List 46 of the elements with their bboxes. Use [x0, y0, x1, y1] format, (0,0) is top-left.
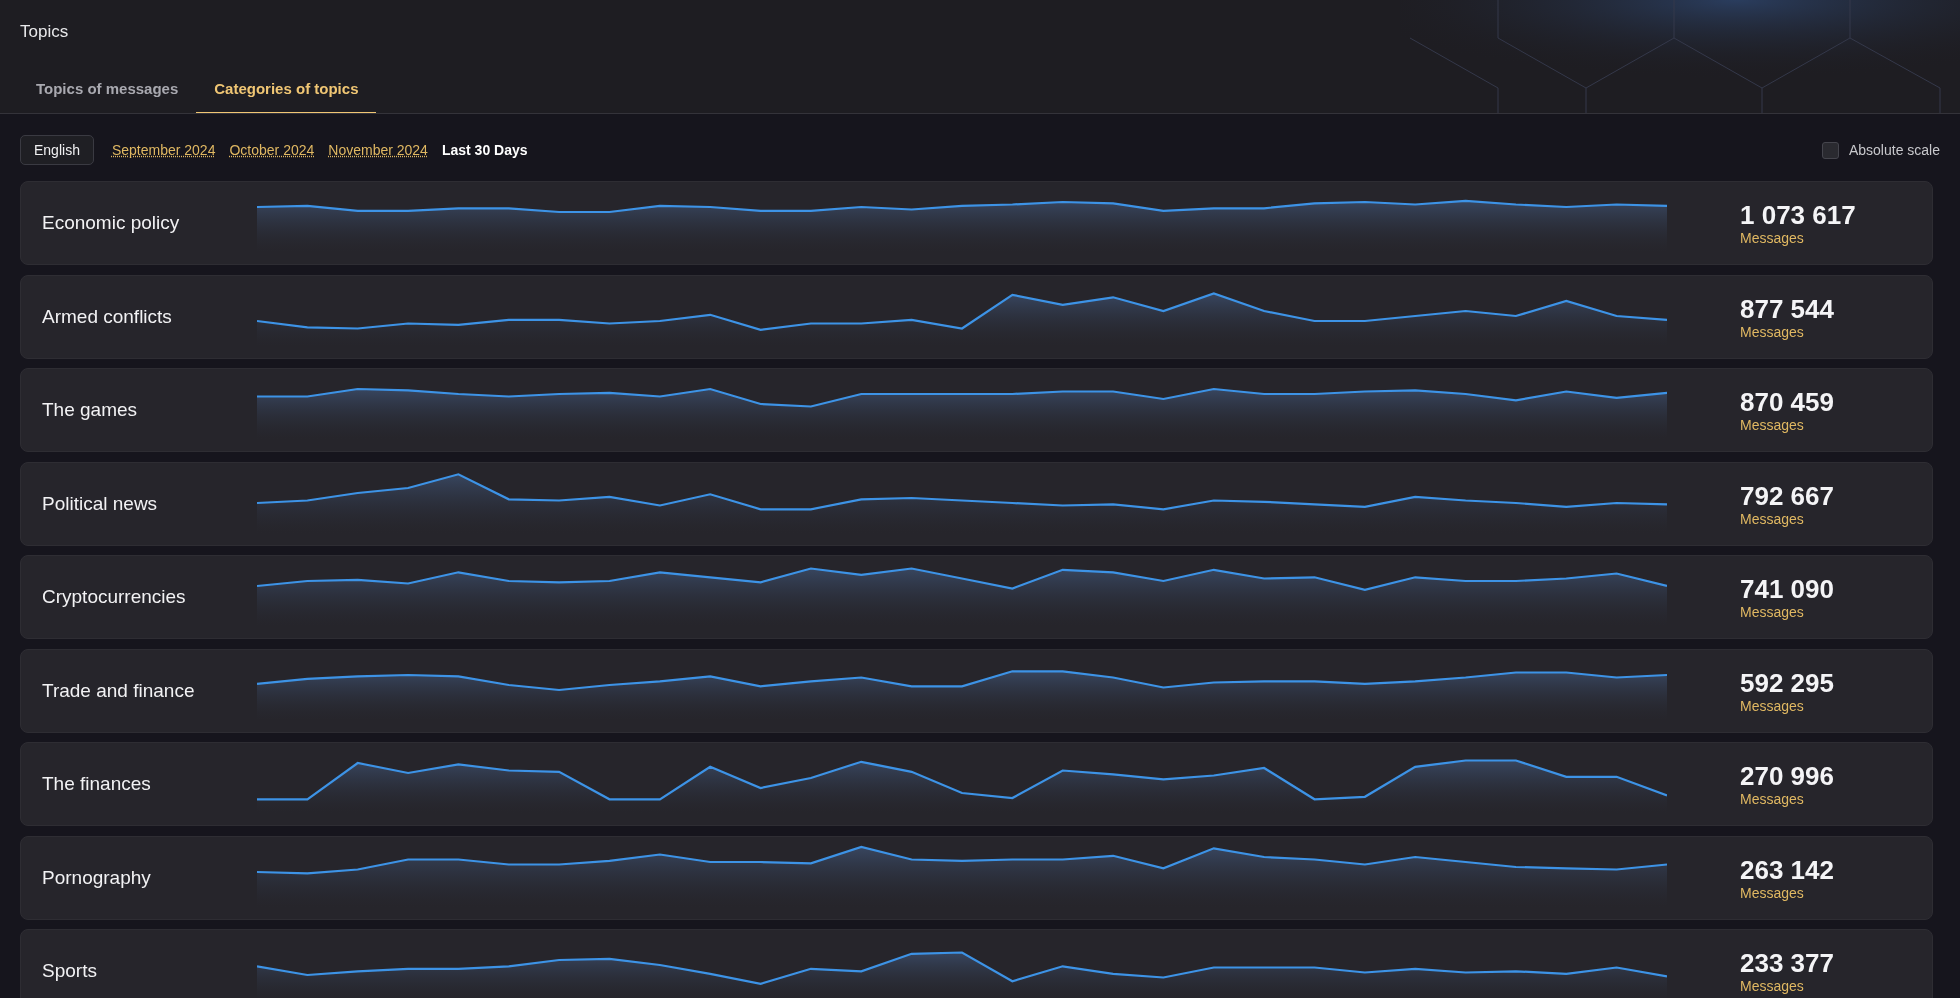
count-unit: Messages	[1740, 978, 1805, 994]
period-link[interactable]: Last 30 Days	[441, 142, 528, 158]
topic-card[interactable]: Sports 233 377 Messages	[20, 929, 1933, 998]
period-link[interactable]: November 2024	[328, 142, 428, 158]
period-link[interactable]: September 2024	[111, 142, 216, 158]
message-count: 270 996	[1740, 761, 1834, 791]
checkbox[interactable]	[1821, 141, 1839, 159]
topic-name: Trade and finance	[41, 679, 196, 702]
topic-card[interactable]: Armed conflicts 877 544 Messages	[20, 274, 1933, 359]
count-unit: Messages	[1740, 697, 1805, 714]
count-unit: Messages	[1740, 510, 1805, 527]
message-count: 792 667	[1740, 480, 1834, 511]
count-unit: Messages	[1740, 230, 1805, 246]
count-unit: Messages	[1740, 604, 1805, 620]
topic-name: Pornography	[41, 866, 152, 889]
topic-card[interactable]: Trade and finance 592 295 Messages	[20, 648, 1933, 733]
message-count: 233 377	[1740, 948, 1834, 978]
message-count: 592 295	[1740, 667, 1834, 698]
topic-name: Economic policy	[41, 212, 181, 234]
checkbox-label: Absolute scale	[1848, 142, 1940, 158]
topic-name: The finances	[41, 773, 152, 795]
topic-name: The games	[41, 399, 139, 421]
period-link[interactable]: October 2024	[229, 142, 315, 158]
topic-name: Political news	[41, 492, 159, 515]
count-unit: Messages	[1740, 791, 1805, 807]
topic-name: Cryptocurrencies	[41, 586, 187, 608]
message-count: 870 459	[1740, 387, 1834, 417]
count-unit: Messages	[1740, 884, 1805, 901]
count-unit: Messages	[1740, 323, 1805, 340]
topic-card[interactable]: The games 870 459 Messages	[20, 368, 1933, 452]
topic-card[interactable]: Political news 792 667 Messages	[20, 461, 1933, 546]
topic-card[interactable]: The finances 270 996 Messages	[20, 742, 1933, 826]
message-count: 877 544	[1740, 293, 1834, 324]
topic-card[interactable]: Pornography 263 142 Messages	[20, 835, 1933, 920]
tab[interactable]: Categories of topics	[196, 68, 377, 113]
tab[interactable]: Topics of messages	[18, 68, 197, 113]
message-count: 263 142	[1740, 854, 1834, 885]
topic-card[interactable]: Cryptocurrencies 741 090 Messages	[20, 555, 1933, 639]
count-unit: Messages	[1740, 417, 1805, 433]
topic-name: Sports	[41, 960, 98, 982]
message-count: 741 090	[1740, 574, 1834, 604]
page-title: Topics	[19, 21, 70, 43]
language-button[interactable]: English	[20, 135, 94, 165]
topic-card[interactable]: Economic policy 1 073 617 Messages	[20, 181, 1933, 265]
message-count: 1 073 617	[1740, 200, 1856, 230]
topic-name: Armed conflicts	[41, 305, 173, 328]
